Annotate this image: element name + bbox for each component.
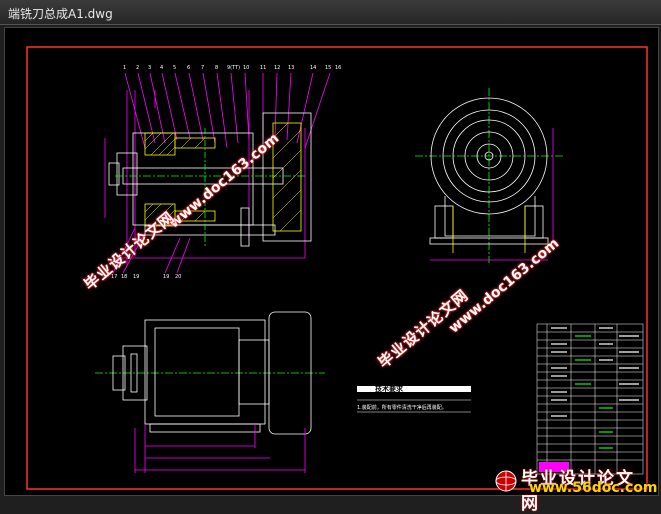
balloon-5: 5 xyxy=(173,65,177,71)
title-bar: 端铣刀总成A1.dwg xyxy=(0,0,661,25)
balloon-18: 18 xyxy=(121,274,128,280)
drawing-viewport[interactable]: 1 2 3 4 5 6 7 8 9(TT) 10 11 12 13 14 15 … xyxy=(4,27,659,514)
balloon-13: 13 xyxy=(288,65,295,71)
balloon-14: 14 xyxy=(310,65,317,71)
balloon-1: 1 xyxy=(123,65,127,71)
balloon-20: 20 xyxy=(175,274,182,280)
window-title: 端铣刀总成A1.dwg xyxy=(8,7,113,21)
logo-globe-icon xyxy=(495,470,517,492)
logo-url-text: www.56doc.com xyxy=(529,480,658,496)
top-view xyxy=(95,311,325,473)
balloon-15: 15 xyxy=(325,65,332,71)
balloon-16: 16 xyxy=(335,65,342,71)
end-view xyxy=(415,88,565,263)
balloon-4: 4 xyxy=(160,65,164,71)
balloon-2: 2 xyxy=(136,65,140,71)
balloon-8: 8 xyxy=(215,65,219,71)
tech-req-title: 技术要求 xyxy=(375,385,403,393)
balloon-3: 3 xyxy=(148,65,152,71)
balloon-9: 9(TT) xyxy=(227,65,241,71)
tech-req-line-1: 1.装配前，所有零件清洗干净后再装配。 xyxy=(357,405,447,411)
balloon-12: 12 xyxy=(274,65,281,71)
balloon-10: 10 xyxy=(243,65,250,71)
balloon-19a: 19 xyxy=(133,274,140,280)
site-logo: 毕业设计论文网 www.56doc.com xyxy=(493,468,657,514)
balloon-19b: 19 xyxy=(163,274,170,280)
bom-table xyxy=(536,323,644,475)
balloon-7: 7 xyxy=(201,65,205,71)
balloon-11: 11 xyxy=(260,65,267,71)
balloon-6: 6 xyxy=(187,65,191,71)
